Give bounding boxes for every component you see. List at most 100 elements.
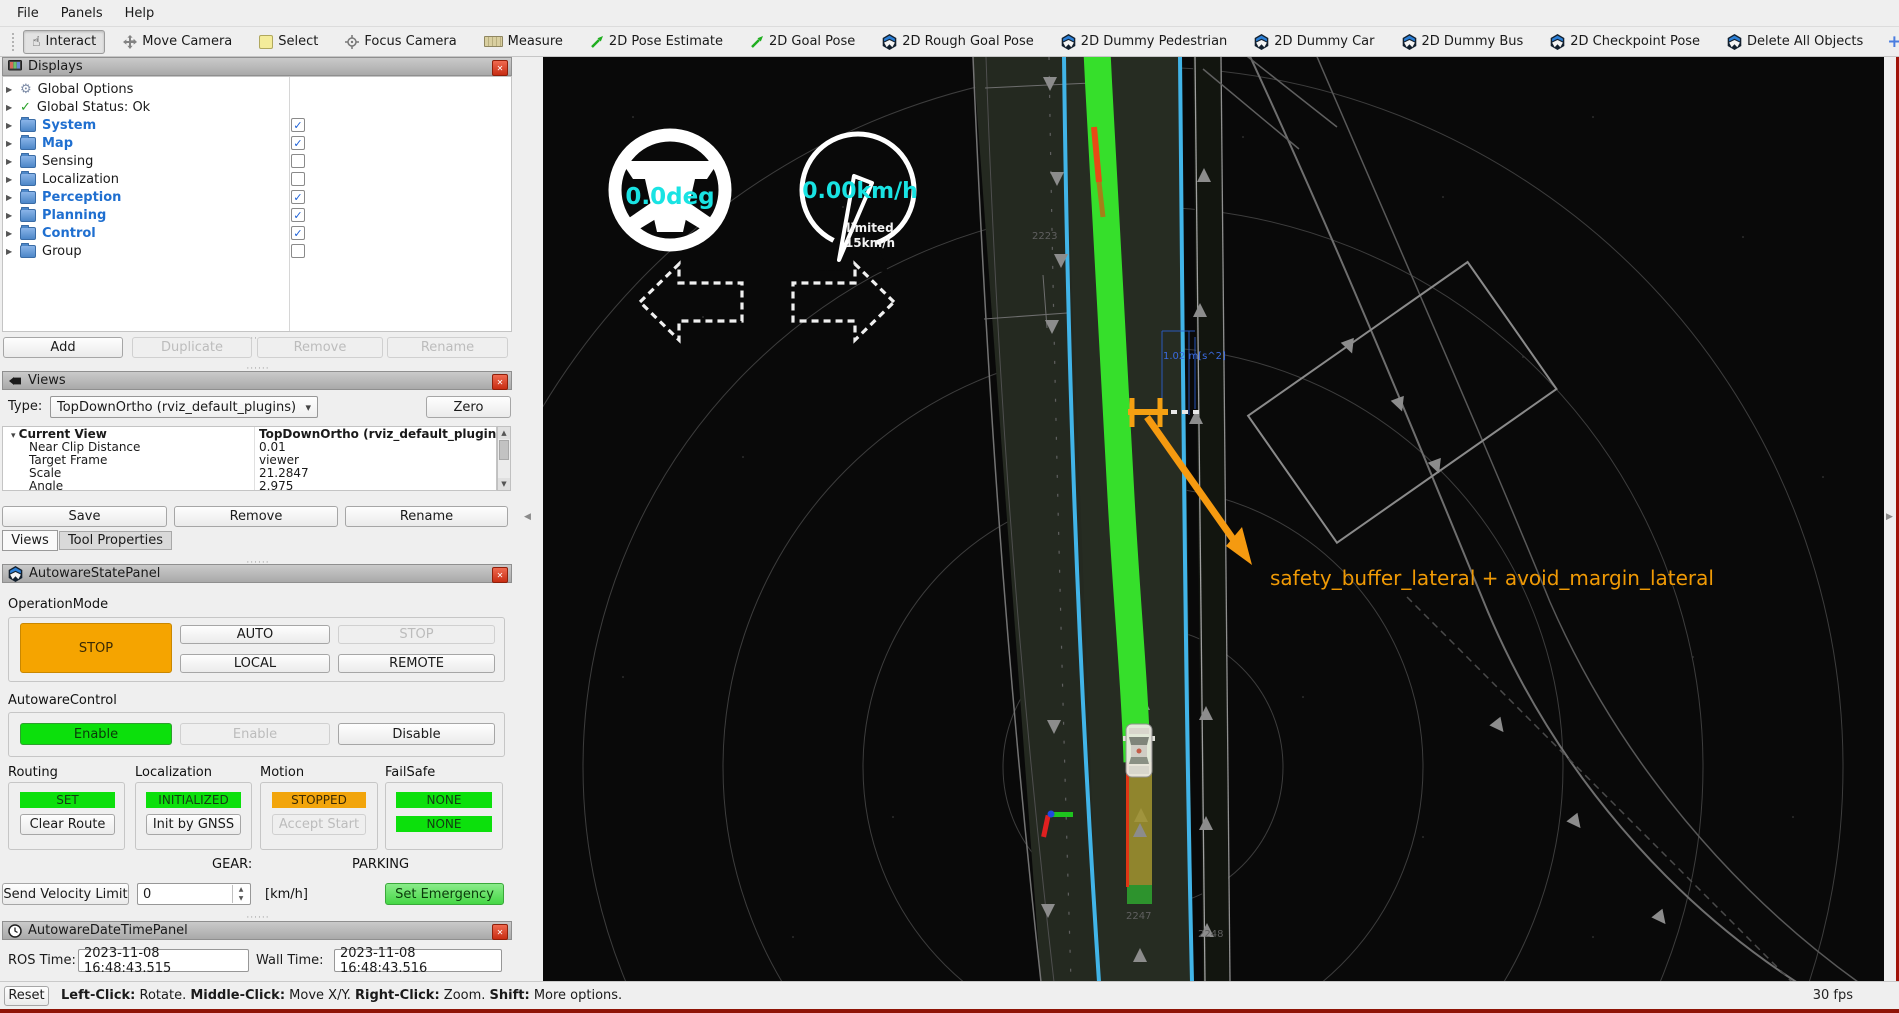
rename-view-button[interactable]: Rename — [345, 506, 508, 527]
menu-help[interactable]: Help — [114, 2, 166, 25]
spin-up-icon[interactable] — [233, 885, 249, 894]
tree-item-control[interactable]: Control — [6, 224, 96, 242]
table-scrollbar[interactable]: ▲ ▼ — [497, 426, 511, 491]
tab-tool-properties[interactable]: Tool Properties — [59, 531, 172, 550]
move-camera-tool-button[interactable]: Move Camera — [114, 30, 241, 53]
close-icon[interactable] — [492, 924, 508, 940]
save-view-button[interactable]: Save — [2, 506, 167, 527]
reset-button[interactable]: Reset — [4, 986, 49, 1006]
property-value[interactable]: 0.01 — [255, 441, 496, 454]
checkbox-localization[interactable] — [291, 172, 305, 186]
scroll-up-icon[interactable]: ▲ — [498, 427, 510, 439]
tree-item-map[interactable]: Map — [6, 134, 73, 152]
close-icon[interactable] — [492, 60, 508, 76]
views-panel-header[interactable]: Views — [2, 371, 512, 390]
tree-item-planning[interactable]: Planning — [6, 206, 106, 224]
duplicate-display-button[interactable]: Duplicate — [132, 337, 252, 358]
pose-estimate-tool-button[interactable]: 2D Pose Estimate — [581, 30, 732, 53]
checkbox-map[interactable] — [291, 136, 305, 150]
add-display-button[interactable]: Add — [3, 337, 123, 358]
close-icon[interactable] — [492, 567, 508, 583]
checkbox-system[interactable] — [291, 118, 305, 132]
init-by-gnss-button[interactable]: Init by GNSS — [146, 814, 241, 835]
enable-control-disabled-button[interactable]: Enable — [180, 723, 330, 745]
clear-route-button[interactable]: Clear Route — [20, 814, 115, 835]
tree-item-group[interactable]: Group — [6, 242, 82, 260]
viewport-canvas[interactable]: 1.02 m[s^2] safety_buffer_lateral + avoi… — [543, 57, 1884, 982]
dummy-bus-tool-button[interactable]: 2D Dummy Bus — [1393, 30, 1533, 54]
scrollbar-thumb[interactable] — [499, 440, 509, 460]
failsafe-status-badge-2: NONE — [396, 816, 492, 832]
tree-item-system[interactable]: System — [6, 116, 96, 134]
expand-icon[interactable] — [6, 229, 14, 238]
datetime-panel-header[interactable]: AutowareDateTimePanel — [2, 921, 512, 940]
stop-mode-disabled-button[interactable]: STOP — [338, 625, 495, 644]
goal-pose-tool-button[interactable]: 2D Goal Pose — [741, 30, 864, 53]
velocity-unit-label: [km/h] — [265, 887, 308, 902]
tree-item-global-status[interactable]: Global Status: Ok — [6, 98, 150, 116]
remote-mode-button[interactable]: REMOTE — [338, 654, 495, 673]
measure-tool-button[interactable]: Measure — [475, 30, 572, 53]
scroll-down-icon[interactable]: ▼ — [498, 478, 510, 490]
tree-item-localization[interactable]: Localization — [6, 170, 119, 188]
send-velocity-limit-button[interactable]: Send Velocity Limit — [2, 883, 129, 905]
expand-icon[interactable] — [6, 85, 14, 94]
checkpoint-pose-tool-button[interactable]: 2D Checkpoint Pose — [1541, 30, 1709, 54]
expand-icon[interactable] — [6, 247, 14, 256]
expand-icon[interactable] — [6, 103, 14, 112]
expand-icon[interactable] — [6, 121, 14, 130]
toolbar-grip[interactable] — [12, 33, 14, 51]
remove-display-button[interactable]: Remove — [257, 337, 383, 358]
select-tool-button[interactable]: Select — [250, 30, 327, 53]
expand-icon[interactable] — [6, 193, 14, 202]
add-tool-button[interactable]: + — [1887, 32, 1899, 52]
tree-item-sensing[interactable]: Sensing — [6, 152, 93, 170]
checkbox-perception[interactable] — [291, 190, 305, 204]
tool-label: 2D Dummy Pedestrian — [1081, 34, 1227, 49]
autoware-state-panel-header[interactable]: AutowareStatePanel — [2, 564, 512, 583]
collapse-right-icon[interactable]: ▶ — [1886, 512, 1893, 522]
wall-time-input[interactable]: 2023-11-08 16:48:43.516 — [334, 949, 502, 972]
ros-time-input[interactable]: 2023-11-08 16:48:43.515 — [78, 949, 249, 972]
auto-mode-button[interactable]: AUTO — [180, 625, 330, 644]
enable-control-button[interactable]: Enable — [20, 723, 172, 745]
focus-camera-tool-button[interactable]: Focus Camera — [336, 30, 465, 53]
dummy-pedestrian-tool-button[interactable]: 2D Dummy Pedestrian — [1052, 30, 1236, 54]
expand-icon[interactable] — [6, 139, 14, 148]
zero-button[interactable]: Zero — [426, 396, 511, 418]
dummy-car-tool-button[interactable]: 2D Dummy Car — [1245, 30, 1383, 54]
view-type-label: Type: — [8, 399, 42, 414]
remove-view-button[interactable]: Remove — [174, 506, 338, 527]
checkbox-planning[interactable] — [291, 208, 305, 222]
displays-panel-header[interactable]: Displays — [2, 57, 512, 76]
local-mode-button[interactable]: LOCAL — [180, 654, 330, 673]
expand-icon[interactable] — [6, 157, 14, 166]
tab-views[interactable]: Views — [2, 530, 58, 551]
interact-tool-button[interactable]: Interact — [23, 30, 105, 54]
rough-goal-pose-tool-button[interactable]: 2D Rough Goal Pose — [873, 30, 1043, 54]
stop-mode-button[interactable]: STOP — [20, 623, 172, 673]
view-type-dropdown[interactable]: TopDownOrtho (rviz_default_plugins) — [50, 396, 318, 418]
rename-display-button[interactable]: Rename — [387, 337, 508, 358]
tree-item-global-options[interactable]: Global Options — [6, 80, 133, 98]
tree-item-perception[interactable]: Perception — [6, 188, 121, 206]
menu-panels[interactable]: Panels — [50, 2, 114, 25]
spin-down-icon[interactable] — [233, 894, 249, 903]
property-value[interactable]: viewer — [255, 454, 496, 467]
checkbox-control[interactable] — [291, 226, 305, 240]
delete-all-objects-tool-button[interactable]: Delete All Objects — [1718, 30, 1872, 54]
disable-control-button[interactable]: Disable — [338, 723, 495, 745]
checkbox-group[interactable] — [291, 244, 305, 258]
property-value[interactable]: 2.975 — [255, 480, 496, 491]
collapse-left-icon[interactable]: ◀ — [524, 512, 531, 522]
expand-icon[interactable] — [6, 211, 14, 220]
close-icon[interactable] — [492, 374, 508, 390]
expand-icon[interactable] — [6, 175, 14, 184]
set-emergency-button[interactable]: Set Emergency — [385, 883, 504, 905]
checkbox-sensing[interactable] — [291, 154, 305, 168]
velocity-limit-input[interactable]: 0 — [137, 883, 251, 905]
property-value[interactable]: 21.2847 — [255, 467, 496, 480]
move-arrows-icon — [123, 35, 137, 49]
accept-start-button[interactable]: Accept Start — [272, 814, 366, 835]
menu-file[interactable]: File — [6, 2, 50, 25]
